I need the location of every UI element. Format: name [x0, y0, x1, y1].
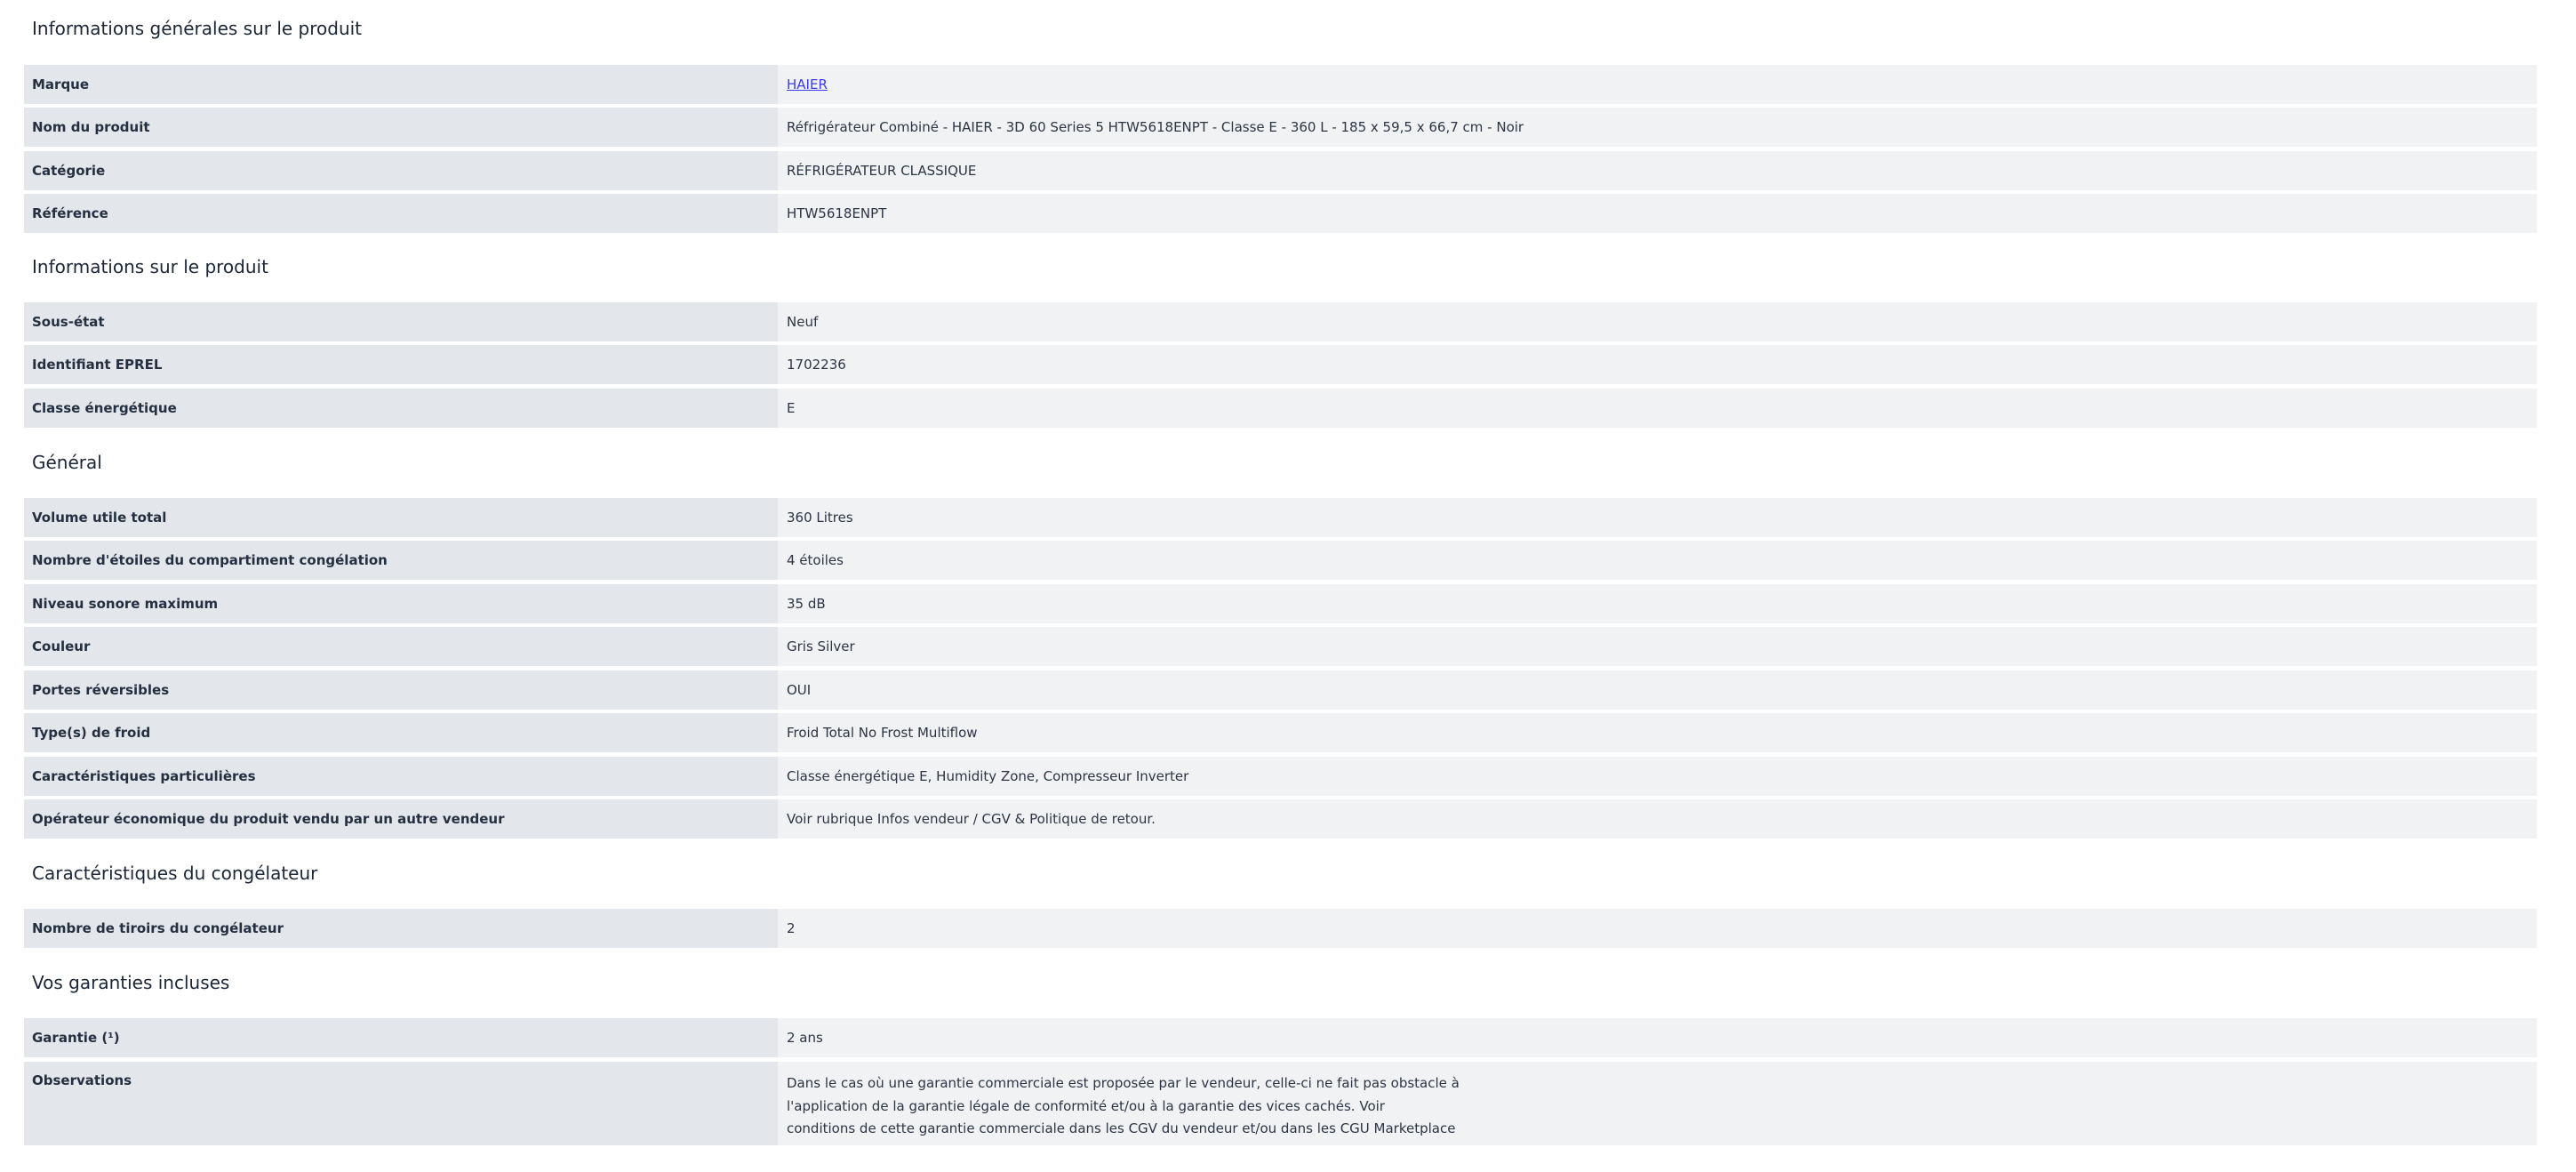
observation-line: conditions de cette garantie commerciale… [787, 1120, 1456, 1136]
spec-label: Type(s) de froid [24, 713, 778, 752]
spec-row-energy-class: Classe énergétique E [24, 389, 2537, 428]
spec-value: 2 ans [778, 1018, 2537, 1057]
spec-row-sub-state: Sous-état Neuf [24, 302, 2537, 341]
spec-label: Nom du produit [24, 108, 778, 147]
spec-row-reversible-doors: Portes réversibles OUI [24, 670, 2537, 710]
spec-label: Sous-état [24, 302, 778, 341]
spec-row-reference: Référence HTW5618ENPT [24, 194, 2537, 233]
section-title-freezer: Caractéristiques du congélateur [32, 863, 318, 884]
section-title-general: Général [32, 452, 102, 473]
spec-label: Marque [24, 65, 778, 104]
spec-row-volume: Volume utile total 360 Litres [24, 498, 2537, 537]
brand-link[interactable]: HAIER [787, 76, 828, 92]
spec-value: 35 dB [778, 584, 2537, 623]
spec-row-noise-level: Niveau sonore maximum 35 dB [24, 584, 2537, 623]
spec-row-category: Catégorie RÉFRIGÉRATEUR CLASSIQUE [24, 151, 2537, 190]
spec-value: Neuf [778, 302, 2537, 341]
section-title-warranty: Vos garanties incluses [32, 972, 230, 993]
spec-row-color: Couleur Gris Silver [24, 627, 2537, 666]
spec-row-economic-operator: Opérateur économique du produit vendu pa… [24, 799, 2537, 839]
spec-value: Froid Total No Frost Multiflow [778, 713, 2537, 752]
spec-label: Référence [24, 194, 778, 233]
spec-label: Observations [24, 1062, 778, 1145]
spec-row-warranty: Garantie (¹) 2 ans [24, 1018, 2537, 1057]
spec-label: Caractéristiques particulières [24, 757, 778, 796]
spec-label: Couleur [24, 627, 778, 666]
spec-value: OUI [778, 670, 2537, 710]
spec-value: 4 étoiles [778, 541, 2537, 580]
spec-label: Portes réversibles [24, 670, 778, 710]
section-title-general-info: Informations générales sur le produit [32, 18, 363, 39]
spec-value: 2 [778, 909, 2537, 948]
section-title-product-info: Informations sur le produit [32, 256, 268, 277]
spec-row-freezer-drawers: Nombre de tiroirs du congélateur 2 [24, 909, 2537, 948]
spec-row-product-name: Nom du produit Réfrigérateur Combiné - H… [24, 108, 2537, 147]
spec-value: RÉFRIGÉRATEUR CLASSIQUE [778, 151, 2537, 190]
observation-line: l'application de la garantie légale de c… [787, 1097, 1385, 1114]
spec-value: HTW5618ENPT [778, 194, 2537, 233]
spec-label: Nombre de tiroirs du congélateur [24, 909, 778, 948]
spec-value: Gris Silver [778, 627, 2537, 666]
spec-value: Classe énergétique E, Humidity Zone, Com… [778, 757, 2537, 796]
spec-value: 1702236 [778, 345, 2537, 384]
spec-label: Classe énergétique [24, 389, 778, 428]
spec-label: Catégorie [24, 151, 778, 190]
spec-value: Dans le cas où une garantie commerciale … [778, 1062, 2537, 1145]
spec-row-observations: Observations Dans le cas où une garantie… [24, 1062, 2537, 1145]
product-specs-page: Informations générales sur le produit Ma… [0, 0, 2576, 1172]
spec-row-brand: Marque HAIER [24, 65, 2537, 104]
spec-row-special-features: Caractéristiques particulières Classe én… [24, 757, 2537, 796]
spec-row-freezer-stars: Nombre d'étoiles du compartiment congéla… [24, 541, 2537, 580]
spec-value: HAIER [778, 65, 2537, 104]
spec-value: Voir rubrique Infos vendeur / CGV & Poli… [778, 799, 2537, 839]
spec-label: Identifiant EPREL [24, 345, 778, 384]
spec-row-cooling-type: Type(s) de froid Froid Total No Frost Mu… [24, 713, 2537, 752]
spec-value: Réfrigérateur Combiné - HAIER - 3D 60 Se… [778, 108, 2537, 147]
spec-row-eprel: Identifiant EPREL 1702236 [24, 345, 2537, 384]
spec-label: Opérateur économique du produit vendu pa… [24, 799, 778, 839]
spec-label: Nombre d'étoiles du compartiment congéla… [24, 541, 778, 580]
observation-line: Dans le cas où une garantie commerciale … [787, 1075, 1460, 1091]
spec-label: Volume utile total [24, 498, 778, 537]
spec-label: Garantie (¹) [24, 1018, 778, 1057]
spec-value: 360 Litres [778, 498, 2537, 537]
spec-label: Niveau sonore maximum [24, 584, 778, 623]
spec-value: E [778, 389, 2537, 428]
